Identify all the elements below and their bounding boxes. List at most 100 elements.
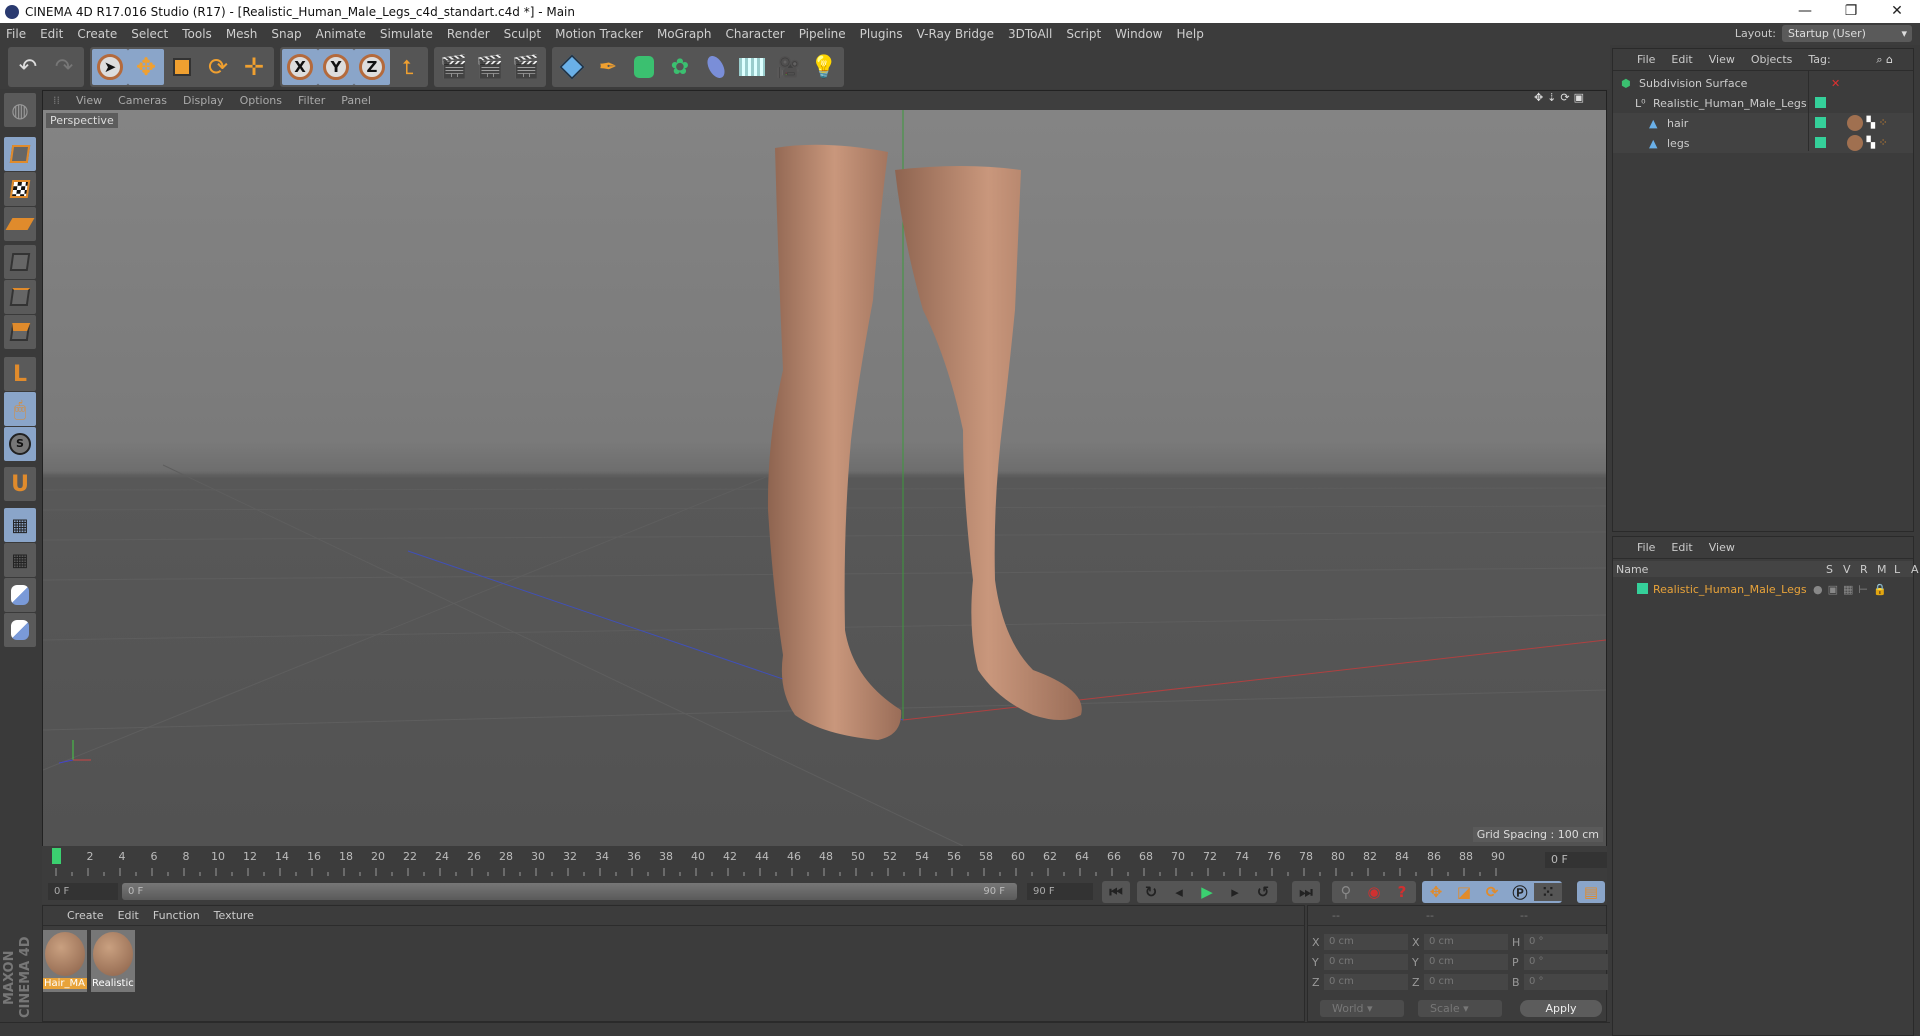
menu-pipeline[interactable]: Pipeline xyxy=(799,27,846,41)
layer-menu-file[interactable]: File xyxy=(1637,541,1655,554)
playhead[interactable] xyxy=(52,848,61,864)
lock-workplane-button[interactable]: ▦ xyxy=(4,508,36,542)
column-header[interactable]: S xyxy=(1826,563,1833,576)
autokey-button[interactable]: ? xyxy=(1388,883,1416,901)
column-header[interactable]: R xyxy=(1860,563,1868,576)
make-editable-button[interactable]: ◍ xyxy=(4,93,36,127)
object-row[interactable]: L⁰ Realistic_Human_Male_Legs xyxy=(1613,93,1913,113)
snap-button[interactable]: U xyxy=(4,467,36,501)
coord-field[interactable]: 0 ° xyxy=(1524,974,1608,990)
coord-type-dropdown[interactable]: Scale ▾ xyxy=(1418,1000,1502,1017)
timeline-ruler[interactable]: 0246810121416182022242628303234363840424… xyxy=(42,846,1607,880)
material-menu-edit[interactable]: Edit xyxy=(118,909,139,922)
key-param-button[interactable]: Ⓟ xyxy=(1506,882,1534,903)
menu-script[interactable]: Script xyxy=(1066,27,1101,41)
key-scale-button[interactable]: ◪ xyxy=(1450,883,1478,901)
layer-toggle-icons[interactable]: ●▣▦⊢🔒 xyxy=(1813,583,1892,596)
object-row[interactable]: ▲ hair ▚ ⁘ xyxy=(1613,113,1913,133)
subdivision-surface-button[interactable] xyxy=(626,49,662,85)
key-position-button[interactable]: ✥ xyxy=(1422,883,1450,901)
cube-object-button[interactable] xyxy=(554,49,590,85)
viewport-menu-filter[interactable]: Filter xyxy=(298,94,325,107)
coord-field[interactable]: 0 cm xyxy=(1424,974,1508,990)
material-menu-create[interactable]: Create xyxy=(67,909,104,922)
menu-animate[interactable]: Animate xyxy=(316,27,366,41)
apply-button[interactable]: Apply xyxy=(1520,1000,1602,1017)
texture-mode-button[interactable] xyxy=(4,172,36,206)
layer-menu-edit[interactable]: Edit xyxy=(1671,541,1692,554)
material-menu-texture[interactable]: Texture xyxy=(214,909,254,922)
prev-frame-button[interactable]: ◂ xyxy=(1165,883,1193,901)
3d-scene[interactable]: Perspective Grid Spacing : 100 cm xyxy=(43,110,1606,846)
y-axis-lock-button[interactable]: Y xyxy=(318,49,354,85)
viewport-nav-icons[interactable]: ✥⇣⟳▣ xyxy=(1534,91,1588,104)
menu-render[interactable]: Render xyxy=(447,27,490,41)
menu-plugins[interactable]: Plugins xyxy=(860,27,903,41)
object-row[interactable]: ▲ legs ▚ ⁘ xyxy=(1613,133,1913,153)
viewport-perspective[interactable]: ⁞⁞ View Cameras Display Options Filter P… xyxy=(42,90,1607,846)
model-mode-button[interactable] xyxy=(4,137,36,171)
python-script-2-button[interactable] xyxy=(4,613,36,647)
start-frame-field[interactable]: 0 F xyxy=(48,883,118,900)
material-tags-icons[interactable]: ▚ ⁘ xyxy=(1847,135,1888,151)
move-button[interactable]: ✥ xyxy=(128,49,164,85)
coord-field[interactable]: 0 ° xyxy=(1524,934,1608,950)
viewport-menu-panel[interactable]: Panel xyxy=(341,94,371,107)
material-tags-icons[interactable]: ▚ ⁘ xyxy=(1847,115,1888,131)
render-settings-button[interactable]: 🎬 xyxy=(508,49,544,85)
redo-button[interactable]: ↷ xyxy=(46,49,82,85)
menu-mesh[interactable]: Mesh xyxy=(226,27,258,41)
viewport-menu-display[interactable]: Display xyxy=(183,94,224,107)
coordinate-system-button[interactable]: ⮤ xyxy=(390,49,426,85)
current-frame-field[interactable]: 0 F xyxy=(1545,852,1607,868)
render-view-button[interactable]: 🎬 xyxy=(436,49,472,85)
layout-dropdown[interactable]: Startup (User) ▾ xyxy=(1782,25,1912,42)
obj-menu-objects[interactable]: Objects xyxy=(1751,53,1793,66)
viewport-menu-cameras[interactable]: Cameras xyxy=(118,94,167,107)
frame-range-slider[interactable]: 0 F 90 F xyxy=(122,883,1017,900)
z-axis-lock-button[interactable]: Z xyxy=(354,49,390,85)
viewport-menu-view[interactable]: View xyxy=(76,94,102,107)
column-header[interactable]: M xyxy=(1877,563,1887,576)
tweak-mode-button[interactable]: 🖱 xyxy=(4,392,36,426)
menu-tools[interactable]: Tools xyxy=(182,27,212,41)
scale-button[interactable] xyxy=(164,49,200,85)
obj-menu-view[interactable]: View xyxy=(1709,53,1735,66)
menu-help[interactable]: Help xyxy=(1176,27,1203,41)
search-icon[interactable]: ⌕ ⌂ xyxy=(1876,53,1893,67)
column-header[interactable]: A xyxy=(1911,563,1919,576)
obj-menu-file[interactable]: File xyxy=(1637,53,1655,66)
layer-color-swatch[interactable] xyxy=(1815,117,1826,128)
coord-field[interactable]: 0 cm xyxy=(1324,974,1408,990)
close-button[interactable]: ✕ xyxy=(1874,0,1920,23)
solo-button[interactable]: S xyxy=(4,427,36,461)
menu-select[interactable]: Select xyxy=(131,27,168,41)
restore-button[interactable]: ❐ xyxy=(1828,0,1874,23)
workplane-mode-button[interactable] xyxy=(4,207,36,241)
timeline-window-button[interactable]: ▤ xyxy=(1577,881,1605,903)
end-frame-field[interactable]: 90 F xyxy=(1027,883,1093,900)
goto-end-button[interactable]: ⏭ xyxy=(1292,881,1320,903)
coord-field[interactable]: 0 cm xyxy=(1424,954,1508,970)
minimize-button[interactable]: — xyxy=(1782,0,1828,23)
column-header[interactable]: V xyxy=(1843,563,1851,576)
layer-color-swatch[interactable] xyxy=(1815,137,1826,148)
undo-button[interactable]: ↶ xyxy=(10,49,46,85)
menu-character[interactable]: Character xyxy=(725,27,784,41)
python-script-button[interactable] xyxy=(4,578,36,612)
menu-create[interactable]: Create xyxy=(77,27,117,41)
layer-menu-view[interactable]: View xyxy=(1709,541,1735,554)
edges-mode-button[interactable] xyxy=(4,280,36,314)
obj-menu-edit[interactable]: Edit xyxy=(1671,53,1692,66)
material-menu-function[interactable]: Function xyxy=(153,909,200,922)
obj-menu-tags[interactable]: Tag: xyxy=(1808,53,1830,66)
disabled-x-icon[interactable]: ✕ xyxy=(1831,77,1840,90)
material-swatch-hair[interactable]: Hair_MA xyxy=(43,930,87,992)
axis-mode-button[interactable]: L xyxy=(4,357,36,391)
layer-row[interactable]: Realistic_Human_Male_Legs ●▣▦⊢🔒 xyxy=(1613,579,1913,599)
key-rotation-button[interactable]: ⟳ xyxy=(1478,883,1506,901)
material-swatch-realistic[interactable]: Realistic xyxy=(91,930,135,992)
motion-path-button[interactable]: ⚲ xyxy=(1332,883,1360,901)
object-row[interactable]: ⬢ Subdivision Surface ✕ xyxy=(1613,73,1913,93)
polygons-mode-button[interactable] xyxy=(4,315,36,349)
